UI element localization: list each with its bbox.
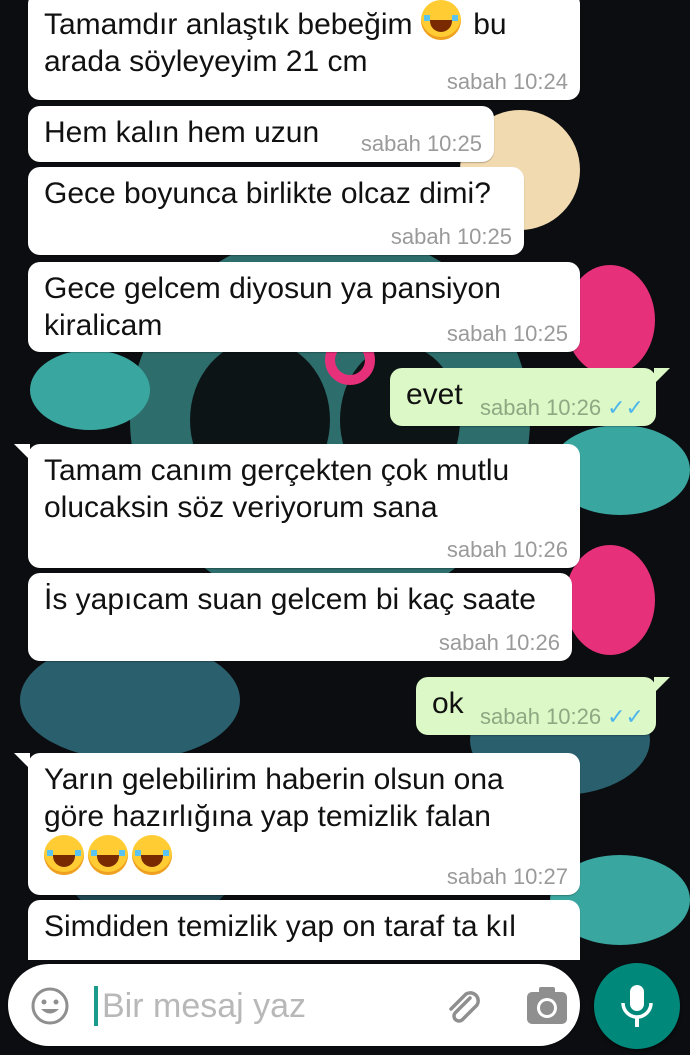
face-with-tears-of-joy-icon [88, 835, 128, 875]
message-time: sabah 10:25 [446, 321, 568, 346]
message-time: sabah 10:27 [446, 864, 568, 889]
message-list[interactable]: Tamamdır anlaştık bebeğim bu arada söyle… [0, 0, 690, 960]
message-input[interactable]: Bir mesaj yaz [102, 986, 306, 1026]
microphone-icon [621, 985, 653, 1027]
message-bubble[interactable]: Gece gelcem diyosun ya pansiyon kiralica… [28, 262, 580, 352]
message-text: Gece boyunca birlikte olcaz dimi? [44, 177, 491, 210]
message-bubble[interactable]: Gece boyunca birlikte olcaz dimi? sabah … [28, 167, 524, 255]
face-with-tears-of-joy-icon [132, 835, 172, 875]
message-bubble[interactable]: Yarın gelebilirim haberin olsun ona göre… [14, 753, 580, 895]
message-bubble[interactable]: Simdiden temizlik yap on taraf ta kıl [28, 900, 580, 960]
message-time: sabah 10:24 [446, 69, 568, 94]
message-time: sabah 10:26 [446, 537, 568, 562]
message-meta: sabah 10:26 ✓✓ [480, 705, 644, 729]
message-time: sabah 10:26 [438, 630, 560, 655]
message-text: Tamamdır anlaştık bebeğim bu arada söyle… [44, 0, 566, 80]
message-bubble[interactable]: Hem kalın hem uzun sabah 10:25 [28, 106, 494, 162]
message-bubble[interactable]: Tamam canım gerçekten çok mutlu olucaksi… [14, 444, 580, 568]
face-with-tears-of-joy-icon [44, 835, 84, 875]
message-bubble[interactable]: İs yapıcam suan gelcem bi kaç saate saba… [28, 573, 572, 661]
message-text: Tamam canım gerçekten çok mutlu olucaksi… [44, 454, 510, 524]
camera-icon[interactable] [523, 984, 571, 1028]
microphone-button[interactable] [594, 963, 680, 1049]
message-text: Simdiden temizlik yap on taraf ta kıl [44, 910, 516, 943]
double-check-icon: ✓✓ [607, 395, 644, 420]
message-bubble[interactable]: Tamamdır anlaştık bebeğim bu arada söyle… [28, 0, 580, 100]
message-text: Yarın gelebilirim haberin olsun ona göre… [44, 761, 566, 878]
text-cursor [94, 986, 98, 1026]
face-with-tears-of-joy-icon [420, 0, 461, 40]
message-bubble-outgoing[interactable]: evet sabah 10:26 ✓✓ [390, 368, 670, 426]
message-text: İs yapıcam suan gelcem bi kaç saate [44, 583, 536, 616]
message-bubble-outgoing[interactable]: ok sabah 10:26 ✓✓ [416, 677, 670, 735]
smiley-icon[interactable] [30, 986, 70, 1026]
double-check-icon: ✓✓ [607, 704, 644, 729]
message-meta: sabah 10:26 ✓✓ [480, 396, 644, 420]
message-time: sabah 10:25 [390, 224, 512, 249]
paperclip-icon[interactable] [440, 984, 484, 1028]
message-time: sabah 10:26 [480, 395, 602, 420]
message-time: sabah 10:26 [480, 704, 602, 729]
message-composer[interactable]: Bir mesaj yaz [8, 964, 580, 1046]
message-time: sabah 10:25 [360, 131, 482, 156]
